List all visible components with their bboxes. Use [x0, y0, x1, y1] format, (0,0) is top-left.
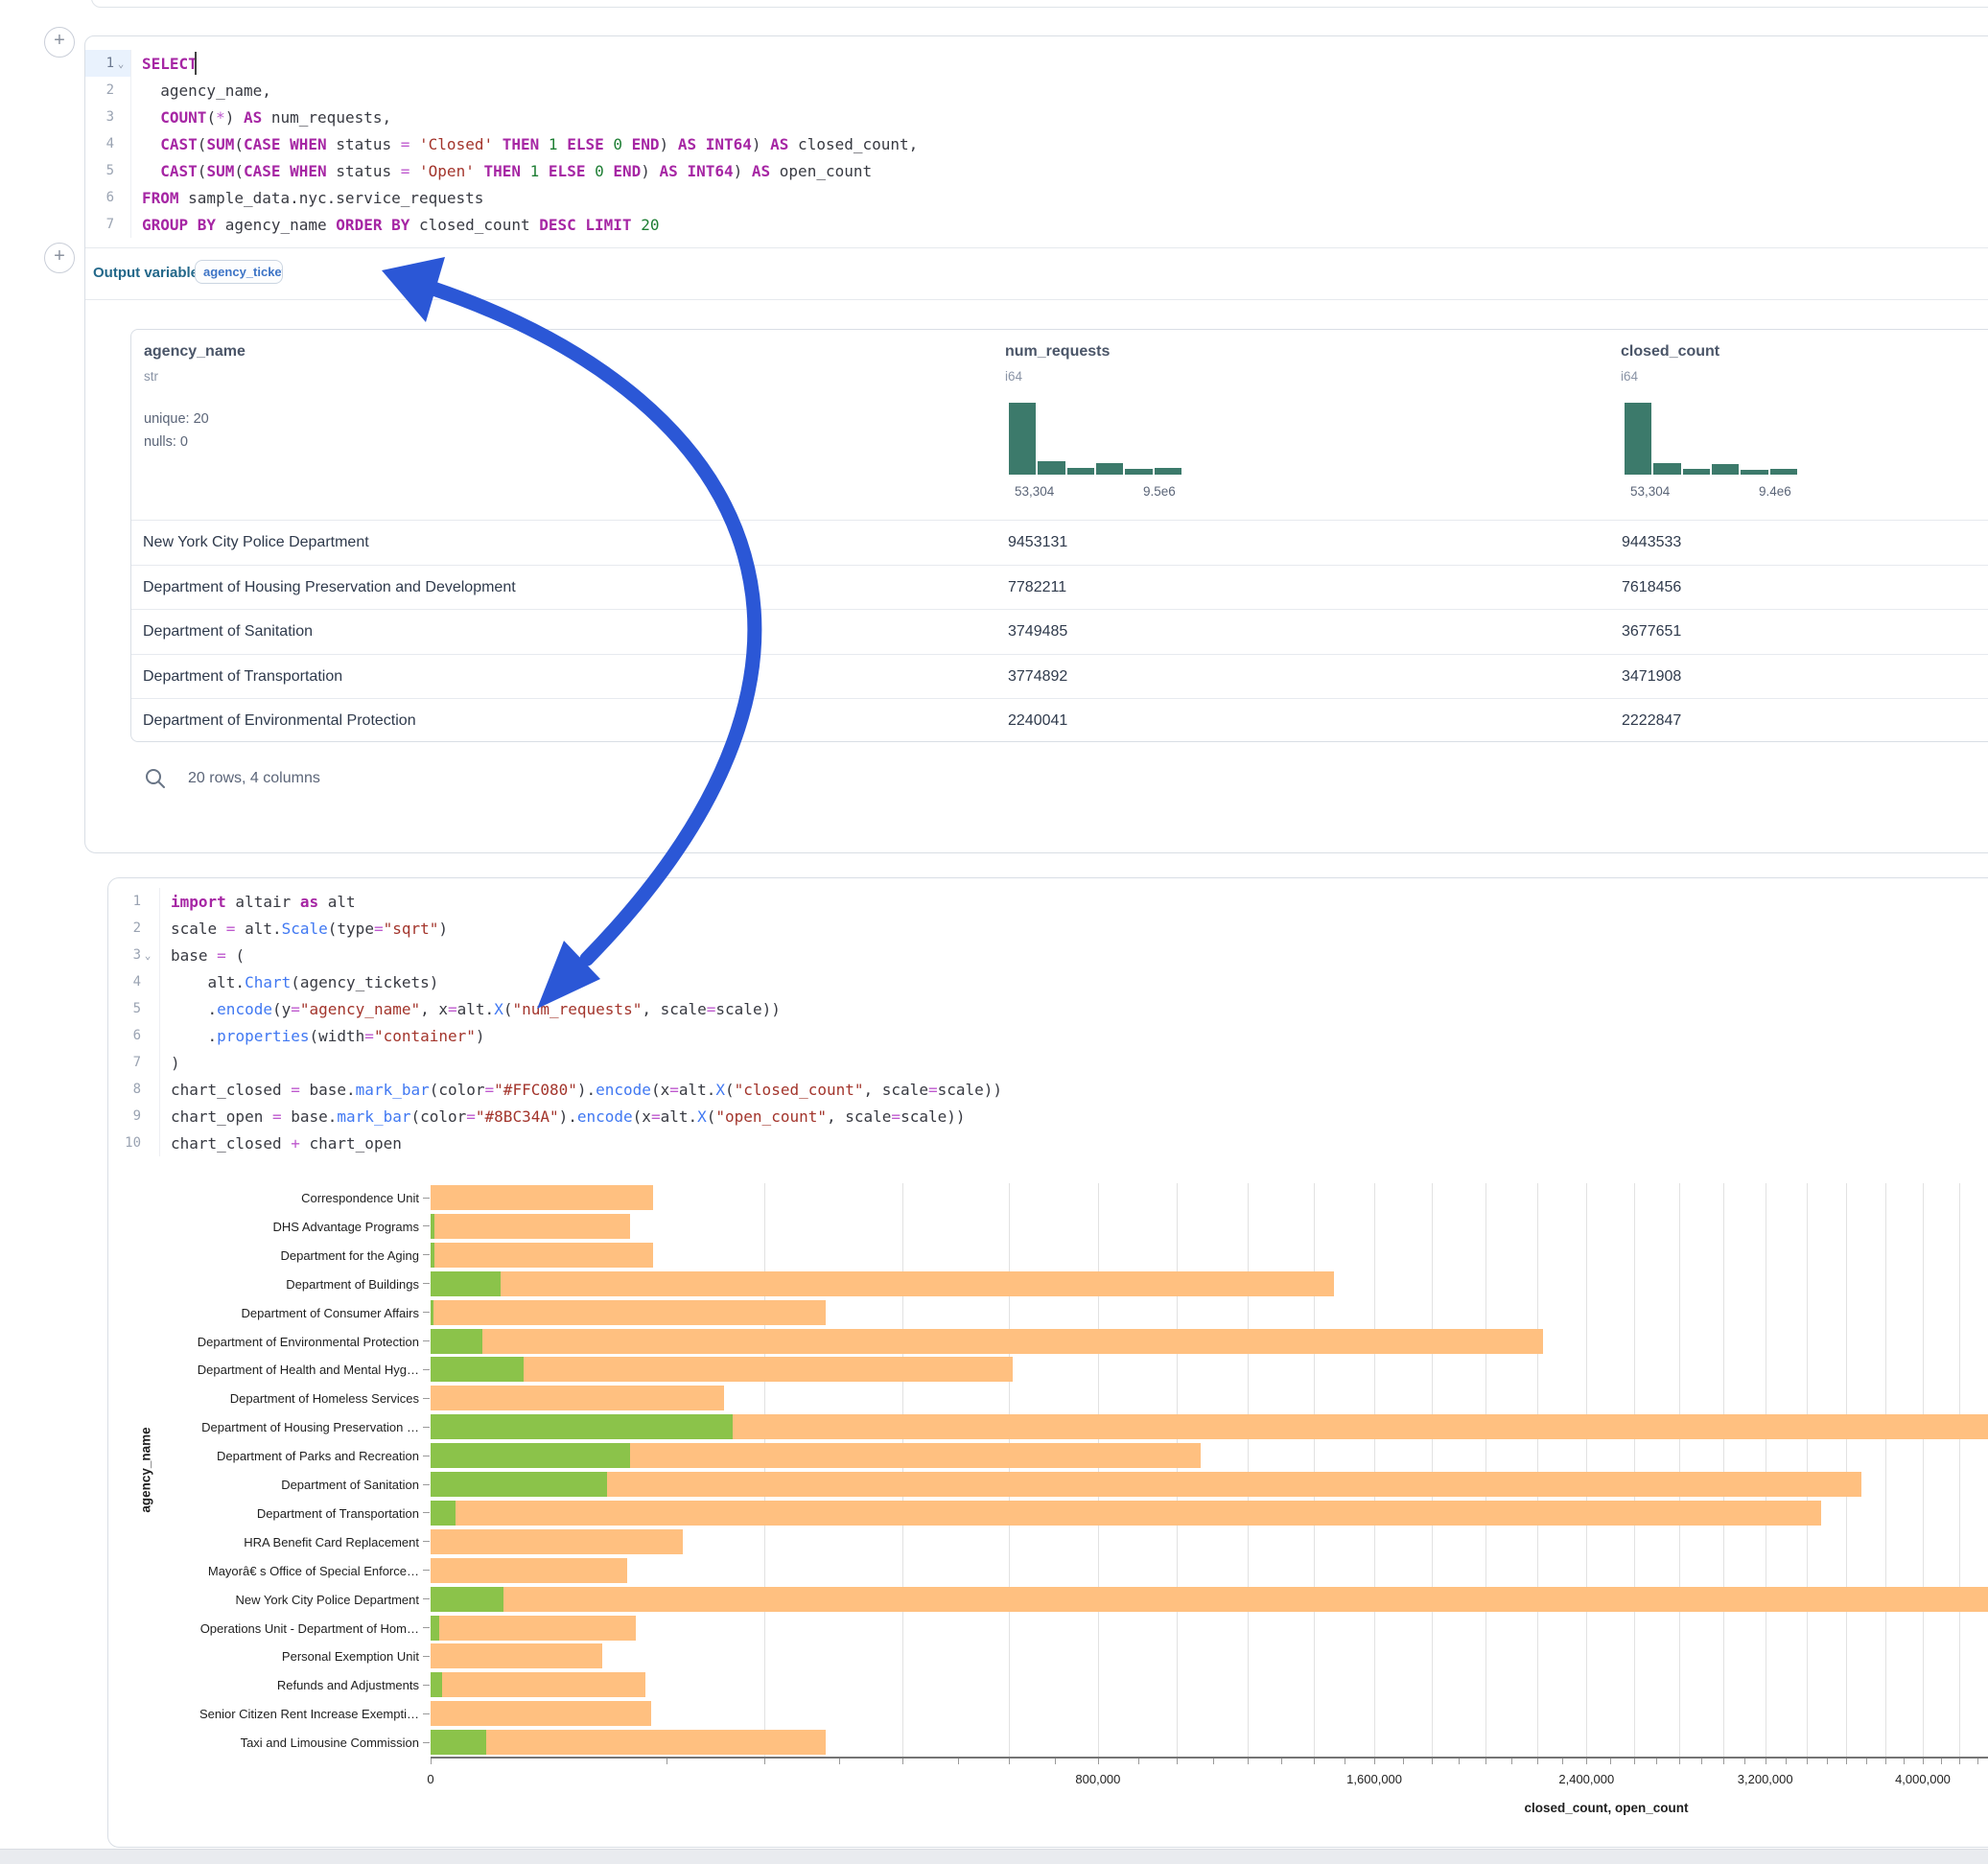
notebook-page: + + 1⌄SELECT 2⌄ agency_name,3⌄ COUNT(*) … [0, 0, 1988, 1864]
annotation-arrow [0, 0, 1988, 1864]
